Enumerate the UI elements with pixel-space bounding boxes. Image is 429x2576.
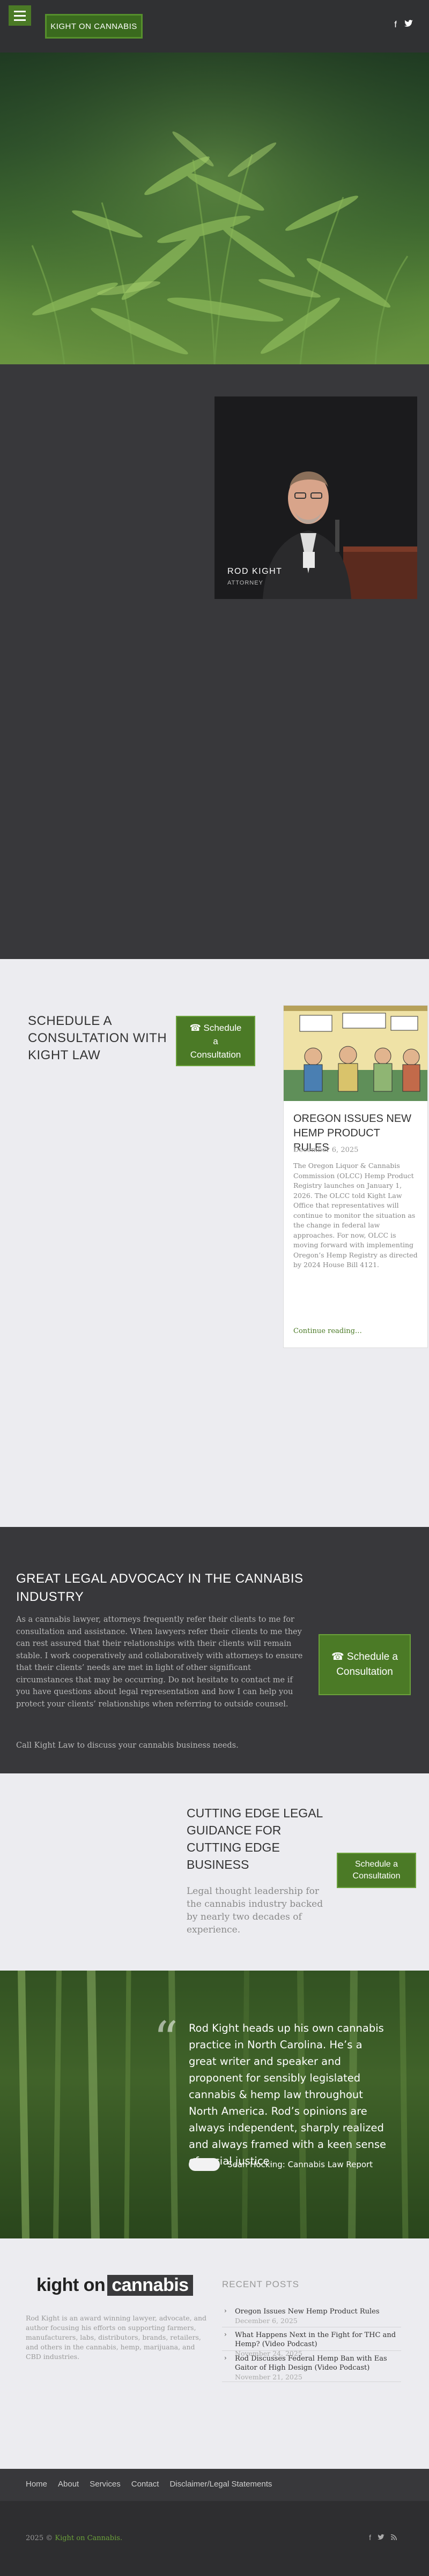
news-excerpt: The Oregon Liquor & Cannabis Commission … — [293, 1162, 418, 1269]
advocacy-schedule-button[interactable]: ☎ Schedule a Consultation — [319, 1634, 411, 1695]
footer-social-links: f — [369, 2533, 397, 2542]
recent-post-title[interactable]: What Happens Next in the Fight for THC a… — [235, 2331, 401, 2349]
facebook-icon[interactable]: f — [369, 2533, 371, 2542]
hamburger-menu-icon[interactable] — [9, 5, 31, 26]
copyright-text: 2025 © Kight on Cannabis. — [26, 2534, 122, 2542]
footer-about-text: Rod Kight is an award winning lawyer, ad… — [26, 2314, 207, 2361]
recent-post-date: November 21, 2025 — [235, 2373, 302, 2381]
site-logo[interactable]: KIGHT ON CANNABIS — [45, 14, 143, 39]
schedule-heading: SCHEDULE A CONSULTATION WITH KIGHT LAW — [28, 1014, 167, 1062]
recent-post-item[interactable]: › Oregon Issues New Hemp Product Rules D… — [222, 2304, 401, 2327]
recent-posts-list: › Oregon Issues New Hemp Product Rules D… — [222, 2304, 401, 2382]
facebook-icon[interactable]: f — [394, 19, 397, 30]
chevron-right-icon: › — [224, 2331, 227, 2338]
recent-post-item[interactable]: › Rod Discusses Federal Hemp Ban with Ea… — [222, 2351, 401, 2382]
footer-nav-disclaimer[interactable]: Disclaimer/Legal Statements — [169, 2480, 272, 2489]
testimonial-quote: Rod Kight heads up his own cannabis prac… — [189, 2022, 386, 2167]
footer-navigation: Home About Services Contact Disclaimer/L… — [0, 2469, 429, 2501]
rss-icon[interactable] — [390, 2533, 397, 2542]
copyright-link[interactable]: Kight on Cannabis. — [55, 2534, 122, 2542]
testimonial-author: Sean Hocking: Cannabis Law Report — [227, 2160, 373, 2169]
twitter-icon[interactable] — [404, 19, 413, 30]
recent-post-item[interactable]: › What Happens Next in the Fight for THC… — [222, 2327, 401, 2357]
footer-nav-home[interactable]: Home — [26, 2480, 47, 2489]
cutting-edge-body: Legal thought leadership for the cannabi… — [187, 1886, 323, 1935]
cutting-edge-schedule-button[interactable]: Schedule a Consultation — [337, 1853, 416, 1888]
testimonial-author-row: Sean Hocking: Cannabis Law Report — [189, 2158, 373, 2171]
recent-post-date: December 6, 2025 — [235, 2317, 298, 2325]
news-card[interactable]: OREGON ISSUES NEW HEMP PRODUCT RULES Dec… — [283, 1005, 428, 1348]
copyright-prefix: 2025 © — [26, 2534, 53, 2542]
copyright-bar: 2025 © Kight on Cannabis. f — [0, 2501, 429, 2576]
author-avatar — [189, 2158, 220, 2171]
quote-icon: “ — [153, 2011, 179, 2068]
twitter-icon[interactable] — [378, 2533, 384, 2542]
cartoon-illustration — [284, 1006, 427, 1101]
attorney-portrait: ROD KIGHT ATTORNEY — [214, 396, 417, 599]
news-date: December 6, 2025 — [293, 1146, 359, 1154]
cutting-edge-heading: CUTTING EDGE LEGAL GUIDANCE FOR CUTTING … — [187, 1806, 323, 1871]
footer-nav-about[interactable]: About — [58, 2480, 79, 2489]
header-social-links: f — [394, 19, 413, 30]
footer-logo[interactable]: kight on cannabis — [36, 2275, 193, 2296]
recent-post-title[interactable]: Oregon Issues New Hemp Product Rules — [235, 2307, 401, 2316]
chevron-right-icon: › — [224, 2354, 227, 2362]
hero-foliage-illustration — [0, 53, 429, 364]
chevron-right-icon: › — [224, 2307, 227, 2315]
footer-logo-part2: cannabis — [107, 2275, 193, 2296]
news-cartoon-image — [284, 1006, 427, 1101]
recent-post-title[interactable]: Rod Discusses Federal Hemp Ban with Eas … — [235, 2354, 401, 2372]
attorney-name: ROD KIGHT — [227, 567, 283, 576]
footer-nav-contact[interactable]: Contact — [131, 2480, 159, 2489]
advocacy-heading: GREAT LEGAL ADVOCACY IN THE CANNABIS IND… — [16, 1571, 304, 1604]
advocacy-body: As a cannabis lawyer, attorneys frequent… — [16, 1615, 303, 1709]
recent-posts-heading: RECENT POSTS — [222, 2279, 299, 2289]
advocacy-call-text: Call Kight Law to discuss your cannabis … — [16, 1741, 239, 1750]
footer-nav-services[interactable]: Services — [90, 2480, 121, 2489]
schedule-consultation-button[interactable]: ☎ Schedule a Consultation — [176, 1016, 255, 1066]
site-header: KIGHT ON CANNABIS f — [0, 0, 429, 53]
attorney-role: ATTORNEY — [227, 580, 263, 586]
continue-reading-link[interactable]: Continue reading… — [293, 1327, 362, 1335]
footer-logo-part1: kight on — [36, 2275, 106, 2295]
hero-image — [0, 53, 429, 364]
